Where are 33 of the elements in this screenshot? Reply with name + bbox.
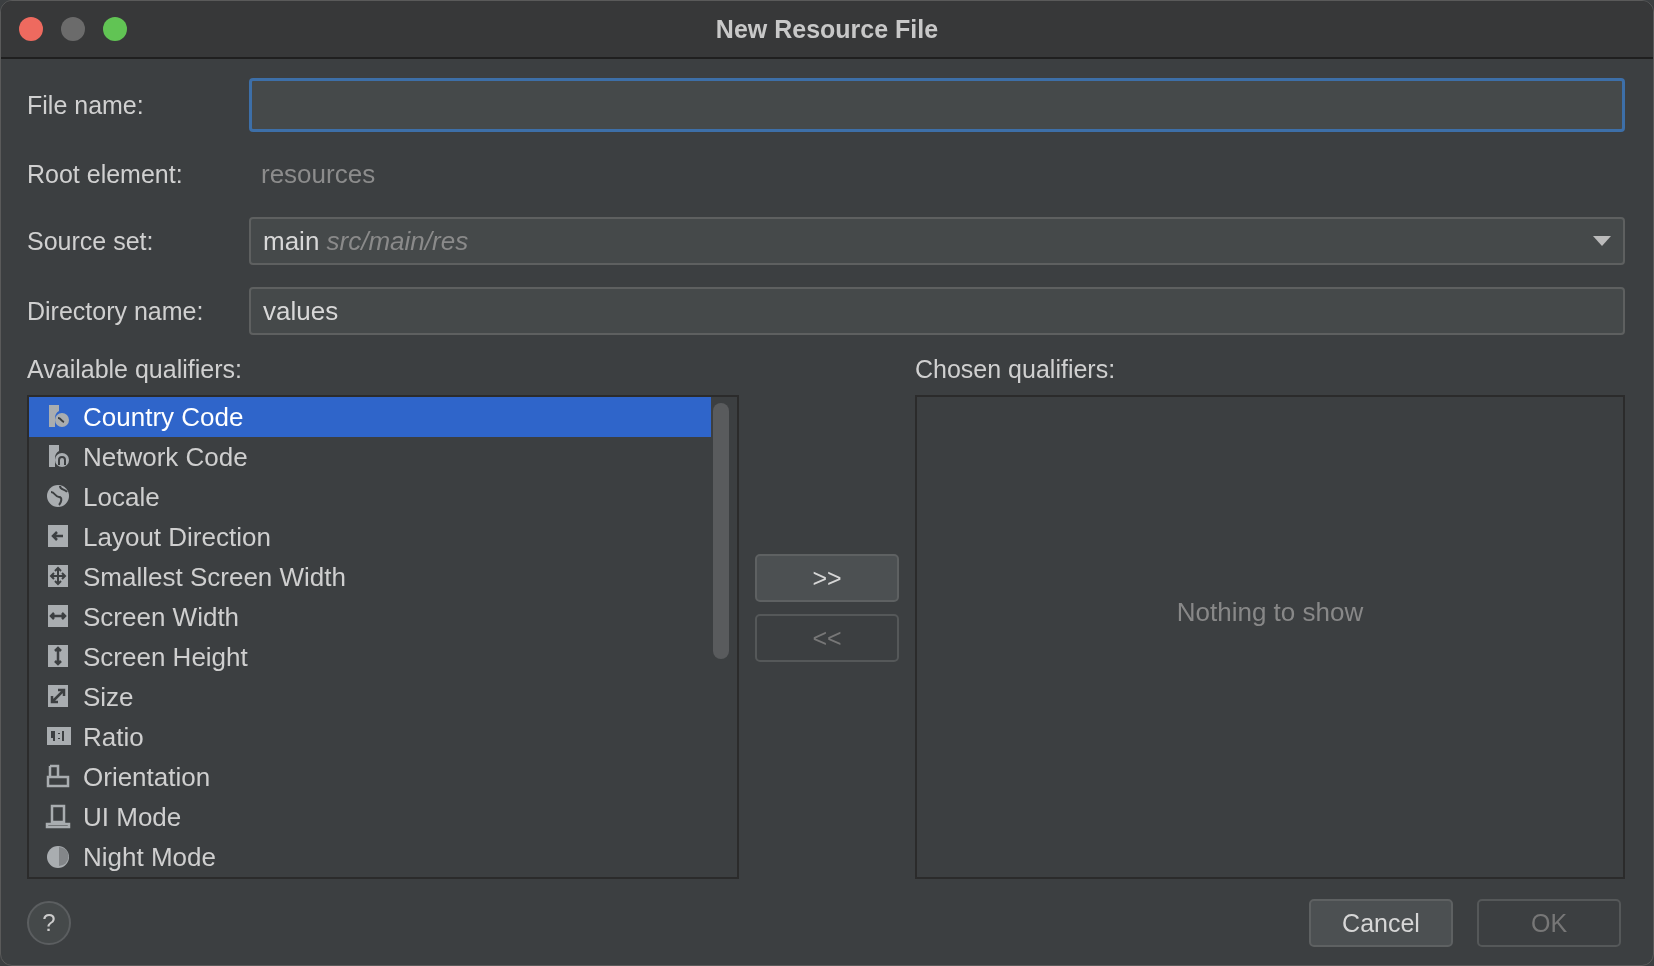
field-label: Directory name:	[27, 296, 205, 326]
directory-name-field[interactable]: values	[249, 287, 1625, 335]
close-button[interactable]	[19, 17, 43, 41]
qualifier-item[interactable]: Country Code	[29, 397, 711, 437]
qualifier-item[interactable]: UI Mode	[29, 797, 711, 837]
empty-state-text: Nothing to show	[1176, 596, 1364, 628]
root-element-value: resources	[260, 158, 377, 190]
field-label: File name:	[27, 90, 145, 120]
cancel-button[interactable]: Cancel	[1309, 899, 1453, 947]
qualifier-item[interactable]: Size	[29, 677, 711, 717]
qualifier-item[interactable]: Layout Direction	[29, 517, 711, 557]
qualifier-item[interactable]: Ratio	[29, 717, 711, 757]
zoom-button[interactable]	[103, 17, 127, 41]
qualifier-item[interactable]: Locale	[29, 477, 711, 517]
field-label: Source set:	[27, 226, 155, 256]
list-heading: Chosen qualifiers:	[915, 355, 1117, 385]
minimize-button[interactable]	[61, 17, 85, 41]
list-heading: Available qualifiers:	[27, 355, 243, 385]
qualifier-item[interactable]: Orientation	[29, 757, 711, 797]
qualifier-item[interactable]: Screen Height	[29, 637, 711, 677]
window-title: New Resource File	[715, 14, 939, 43]
field-label: Root element:	[27, 159, 184, 189]
scrollbar-thumb[interactable]	[713, 403, 729, 659]
add-button[interactable]: >>	[755, 554, 899, 602]
monitor-icon	[45, 803, 73, 831]
qualifier-item[interactable]: Screen Width	[29, 597, 711, 637]
qualifier-item[interactable]: Night Mode	[29, 837, 711, 877]
dropdown-caret-icon	[1593, 236, 1611, 246]
file-name-field[interactable]	[249, 78, 1625, 132]
qualifier-item[interactable]: Network Code	[29, 437, 711, 477]
help-button[interactable]: ?	[27, 901, 71, 945]
source-set-dropdown[interactable]: main src/main/res	[249, 217, 1625, 265]
qualifier-item[interactable]: Smallest Screen Width	[29, 557, 711, 597]
